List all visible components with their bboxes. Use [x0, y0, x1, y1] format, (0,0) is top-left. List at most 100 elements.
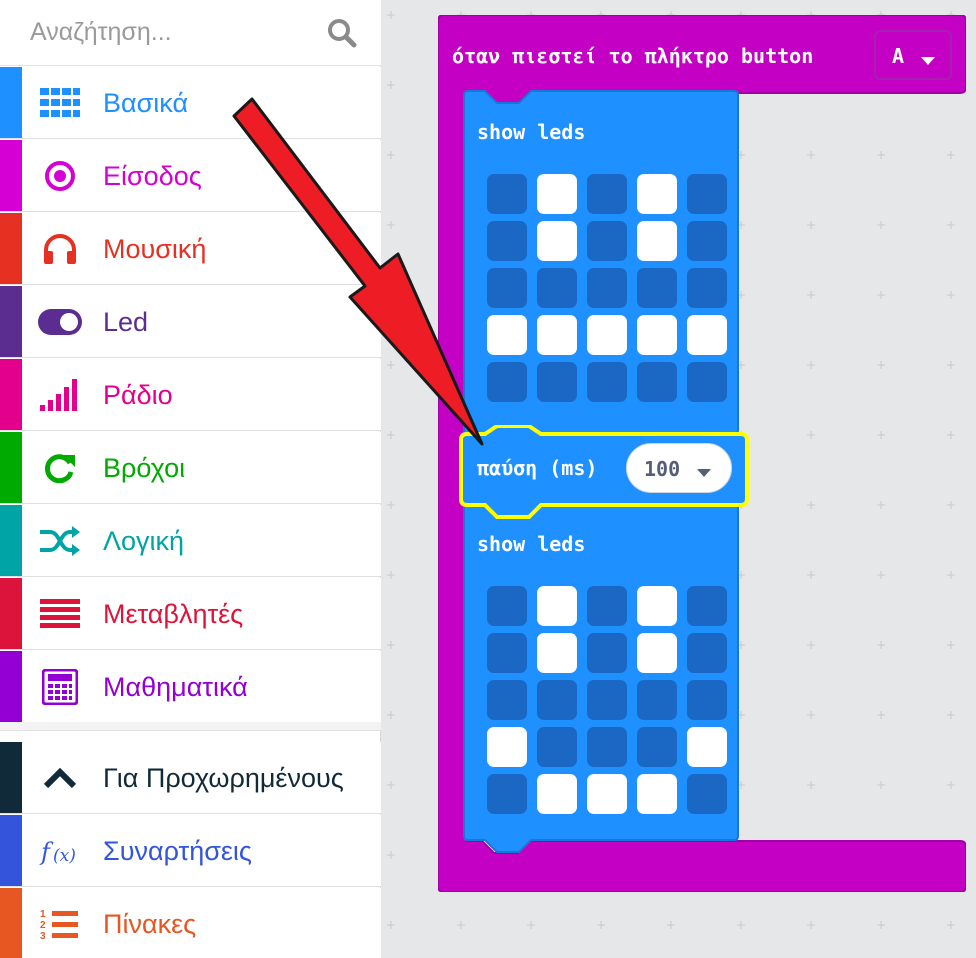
led-cell-off[interactable] — [687, 680, 727, 720]
led-cell-on[interactable] — [637, 174, 677, 214]
caret-down-icon — [921, 53, 935, 71]
led-cell-on[interactable] — [587, 774, 627, 814]
led-cell-off[interactable] — [537, 362, 577, 402]
category-color-bar — [0, 505, 22, 576]
category-color-bar — [0, 888, 22, 958]
led-cell-on[interactable] — [487, 727, 527, 767]
led-cell-off[interactable] — [637, 362, 677, 402]
refresh-icon — [38, 450, 82, 486]
led-cell-on[interactable] — [537, 774, 577, 814]
led-cell-off[interactable] — [637, 727, 677, 767]
svg-text:2: 2 — [40, 920, 46, 931]
calculator-icon — [38, 669, 82, 705]
headphones-icon — [38, 231, 82, 267]
led-cell-on[interactable] — [687, 315, 727, 355]
category-label: Βασικά — [103, 88, 189, 118]
category-color-bar — [0, 578, 22, 649]
search-bar — [0, 0, 381, 66]
led-cell-off[interactable] — [687, 174, 727, 214]
led-cell-off[interactable] — [487, 362, 527, 402]
toolbox: Βασικά Είσοδος Μουσική — [0, 0, 381, 958]
led-cell-off[interactable] — [687, 268, 727, 308]
category-radio[interactable]: Ράδιο — [0, 359, 381, 431]
category-loops[interactable]: Βρόχοι — [0, 432, 381, 504]
signal-bars-icon — [38, 377, 82, 413]
lines-icon — [38, 596, 82, 632]
led-cell-off[interactable] — [587, 680, 627, 720]
led-cell-off[interactable] — [587, 727, 627, 767]
led-cell-off[interactable] — [687, 633, 727, 673]
category-arrays[interactable]: 1 2 3 Πίνακες — [0, 888, 381, 958]
target-icon — [38, 158, 82, 194]
toggle-icon — [38, 304, 82, 340]
pause-duration-value: 100 — [644, 457, 681, 481]
led-cell-off[interactable] — [587, 174, 627, 214]
led-cell-on[interactable] — [537, 586, 577, 626]
led-cell-off[interactable] — [587, 633, 627, 673]
led-cell-off[interactable] — [587, 268, 627, 308]
led-cell-on[interactable] — [687, 727, 727, 767]
led-cell-off[interactable] — [487, 586, 527, 626]
category-color-bar — [0, 359, 22, 430]
button-select-value: A — [892, 44, 905, 68]
button-select-dropdown[interactable]: A — [874, 30, 952, 80]
toolbox-separator — [0, 722, 381, 731]
led-cell-off[interactable] — [587, 221, 627, 261]
led-cell-off[interactable] — [687, 774, 727, 814]
category-math[interactable]: Μαθηματικά — [0, 651, 381, 723]
pause-duration-dropdown[interactable]: 100 — [626, 443, 732, 493]
shuffle-icon — [38, 523, 82, 559]
category-label: Ράδιο — [103, 380, 173, 410]
led-cell-on[interactable] — [487, 315, 527, 355]
led-cell-off[interactable] — [487, 221, 527, 261]
svg-text:f: f — [39, 838, 54, 866]
led-cell-off[interactable] — [537, 680, 577, 720]
led-cell-on[interactable] — [637, 774, 677, 814]
led-cell-on[interactable] — [537, 633, 577, 673]
category-functions[interactable]: f (x) Συναρτήσεις — [0, 815, 381, 887]
category-label: Λογική — [103, 526, 185, 556]
led-cell-on[interactable] — [637, 586, 677, 626]
led-cell-off[interactable] — [537, 727, 577, 767]
category-advanced[interactable]: Για Προχωρημένους — [0, 742, 381, 814]
led-cell-on[interactable] — [637, 221, 677, 261]
category-variables[interactable]: Μεταβλητές — [0, 578, 381, 650]
category-color-bar — [0, 651, 22, 722]
led-cell-off[interactable] — [487, 268, 527, 308]
led-cell-off[interactable] — [487, 774, 527, 814]
led-cell-off[interactable] — [587, 362, 627, 402]
led-cell-off[interactable] — [537, 268, 577, 308]
led-cell-on[interactable] — [537, 221, 577, 261]
led-cell-off[interactable] — [487, 633, 527, 673]
category-label: Είσοδος — [103, 161, 202, 191]
led-cell-off[interactable] — [687, 586, 727, 626]
led-cell-off[interactable] — [487, 174, 527, 214]
category-music[interactable]: Μουσική — [0, 213, 381, 285]
led-cell-off[interactable] — [637, 268, 677, 308]
led-cell-on[interactable] — [537, 174, 577, 214]
led-cell-on[interactable] — [637, 633, 677, 673]
led-cell-on[interactable] — [537, 315, 577, 355]
led-cell-off[interactable] — [487, 680, 527, 720]
grid-icon — [38, 85, 82, 121]
category-logic[interactable]: Λογική — [0, 505, 381, 577]
led-cell-off[interactable] — [587, 586, 627, 626]
category-label: Συναρτήσεις — [103, 836, 252, 866]
category-label: Βρόχοι — [103, 453, 186, 483]
category-label: Led — [103, 307, 149, 337]
led-cell-off[interactable] — [637, 680, 677, 720]
led-cell-off[interactable] — [687, 221, 727, 261]
category-color-bar — [0, 140, 22, 211]
category-basic[interactable]: Βασικά — [0, 67, 381, 139]
function-icon: f (x) — [38, 833, 82, 869]
category-led[interactable]: Led — [0, 286, 381, 358]
led-cell-off[interactable] — [687, 362, 727, 402]
led-cell-on[interactable] — [587, 315, 627, 355]
category-color-bar — [0, 432, 22, 503]
led-cell-on[interactable] — [637, 315, 677, 355]
caret-down-icon — [697, 465, 711, 483]
search-input[interactable] — [30, 14, 310, 50]
category-input[interactable]: Είσοδος — [0, 140, 381, 212]
search-icon[interactable] — [326, 17, 358, 49]
show-leds-label: show leds — [477, 120, 586, 144]
